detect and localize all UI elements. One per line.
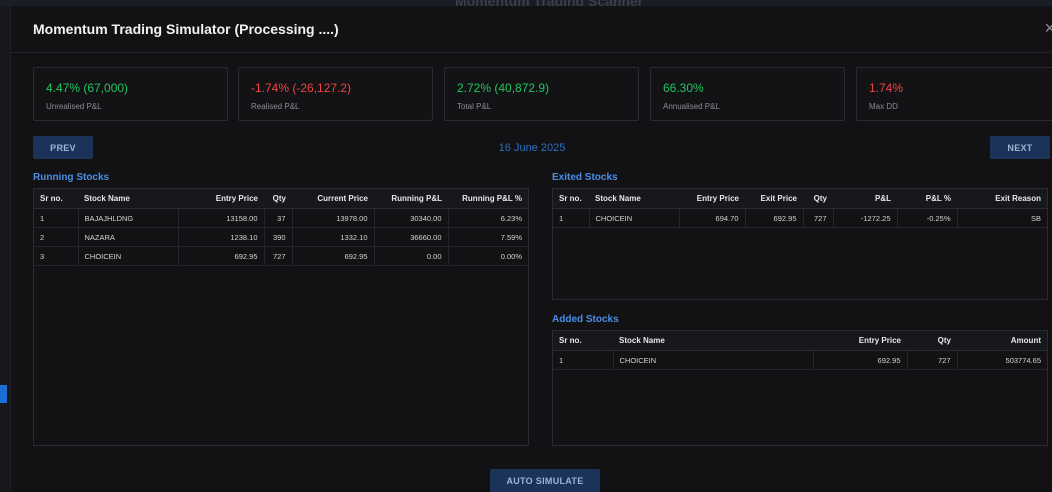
cell-qty: 390	[264, 227, 293, 247]
column-header: Entry Price	[679, 189, 745, 209]
stats-row: 4.47% (67,000) Unrealised P&L -1.74% (-2…	[33, 67, 1052, 121]
cell-sr-no: 2	[34, 227, 79, 247]
cell-qty: 727	[264, 246, 293, 266]
column-header: Amount	[957, 331, 1047, 351]
cell-amount: 503774.65	[957, 350, 1047, 370]
table-row[interactable]: 2 NAZARA 1238.10 390 1332.10 36660.00 7.…	[34, 227, 528, 247]
modal-header: Momentum Trading Simulator (Processing .…	[11, 6, 1052, 53]
column-header: P&L	[833, 189, 897, 209]
table-row[interactable]: 1 BAJAJHLDNG 13158.00 37 13978.00 30340.…	[34, 208, 528, 228]
running-stocks-table: Sr no. Stock Name Entry Price Qty Curren…	[33, 188, 529, 446]
cell-sr-no: 1	[553, 208, 590, 228]
column-header: P&L %	[897, 189, 957, 209]
added-stocks-title: Added Stocks	[552, 314, 619, 325]
cell-stock-name: CHOICEIN	[78, 246, 179, 266]
exited-stocks-title: Exited Stocks	[552, 172, 618, 183]
stat-card-max-dd: 1.74% Max DD	[856, 67, 1052, 121]
stat-card-annualised: 66.30% Annualised P&L	[650, 67, 845, 121]
column-header: Qty	[264, 189, 292, 209]
cell-running-pnl-pct: 6.23%	[448, 208, 528, 228]
cell-running-pnl: 36660.00	[374, 227, 449, 247]
stat-label: Max DD	[869, 102, 898, 111]
column-header: Stock Name	[613, 331, 813, 351]
column-header: Exit Price	[745, 189, 803, 209]
stat-value: 4.47% (67,000)	[46, 81, 129, 95]
column-header: Qty	[907, 331, 957, 351]
cell-exit-reason: SB	[957, 208, 1047, 228]
table-header-row: Sr no. Stock Name Entry Price Qty Amount	[553, 331, 1047, 351]
cell-entry-price: 1238.10	[178, 227, 265, 247]
cell-pnl: -1272.25	[833, 208, 898, 228]
modal-title: Momentum Trading Simulator (Processing .…	[33, 21, 339, 37]
cell-entry-price: 694.70	[679, 208, 746, 228]
column-header: Sr no.	[553, 189, 589, 209]
cell-stock-name: NAZARA	[78, 227, 179, 247]
backdrop-left-rail	[0, 6, 10, 492]
simulator-modal: Momentum Trading Simulator (Processing .…	[10, 6, 1052, 492]
running-stocks-title: Running Stocks	[33, 172, 110, 183]
cell-qty: 727	[907, 350, 958, 370]
cell-qty: 37	[264, 208, 293, 228]
table-header-row: Sr no. Stock Name Entry Price Exit Price…	[553, 189, 1047, 209]
column-header: Qty	[803, 189, 833, 209]
stat-value: 2.72% (40,872.9)	[457, 81, 550, 95]
cell-stock-name: CHOICEIN	[589, 208, 680, 228]
cell-sr-no: 1	[553, 350, 614, 370]
stat-card-unrealised: 4.47% (67,000) Unrealised P&L	[33, 67, 228, 121]
cell-stock-name: BAJAJHLDNG	[78, 208, 179, 228]
column-header: Running P&L	[374, 189, 448, 209]
column-header: Entry Price	[178, 189, 264, 209]
cell-qty: 727	[803, 208, 834, 228]
stat-label: Annualised P&L	[663, 102, 720, 111]
column-header: Sr no.	[553, 331, 613, 351]
table-header-row: Sr no. Stock Name Entry Price Qty Curren…	[34, 189, 528, 209]
close-icon[interactable]: ×	[1044, 18, 1052, 39]
table-row[interactable]: 3 CHOICEIN 692.95 727 692.95 0.00 0.00%	[34, 246, 528, 266]
stat-value: 66.30%	[663, 81, 704, 95]
stat-card-realised: -1.74% (-26,127.2) Realised P&L	[238, 67, 433, 121]
current-date: 16 June 2025	[498, 142, 566, 154]
stat-label: Unrealised P&L	[46, 102, 102, 111]
cell-sr-no: 1	[34, 208, 79, 228]
column-header: Stock Name	[589, 189, 679, 209]
cell-entry-price: 692.95	[813, 350, 908, 370]
column-header: Sr no.	[34, 189, 78, 209]
stat-card-total: 2.72% (40,872.9) Total P&L	[444, 67, 639, 121]
cell-sr-no: 3	[34, 246, 79, 266]
stat-label: Realised P&L	[251, 102, 300, 111]
cell-stock-name: CHOICEIN	[613, 350, 814, 370]
cell-exit-price: 692.95	[745, 208, 804, 228]
column-header: Exit Reason	[957, 189, 1047, 209]
cell-running-pnl-pct: 7.59%	[448, 227, 528, 247]
column-header: Current Price	[292, 189, 374, 209]
table-row[interactable]: 1 CHOICEIN 692.95 727 503774.65	[553, 350, 1047, 370]
table-row[interactable]: 1 CHOICEIN 694.70 692.95 727 -1272.25 -0…	[553, 208, 1047, 228]
cell-current-price: 13978.00	[292, 208, 375, 228]
column-header: Entry Price	[813, 331, 907, 351]
cell-running-pnl-pct: 0.00%	[448, 246, 528, 266]
backdrop-active-marker	[0, 385, 7, 403]
cell-current-price: 1332.10	[292, 227, 375, 247]
exited-stocks-table: Sr no. Stock Name Entry Price Exit Price…	[552, 188, 1048, 300]
cell-running-pnl: 30340.00	[374, 208, 449, 228]
stat-label: Total P&L	[457, 102, 492, 111]
auto-simulate-button[interactable]: AUTO SIMULATE	[490, 469, 600, 492]
column-header: Stock Name	[78, 189, 178, 209]
column-header: Running P&L %	[448, 189, 528, 209]
cell-current-price: 692.95	[292, 246, 375, 266]
stat-value: 1.74%	[869, 81, 904, 95]
cell-entry-price: 692.95	[178, 246, 265, 266]
stat-value: -1.74% (-26,127.2)	[251, 81, 352, 95]
cell-running-pnl: 0.00	[374, 246, 449, 266]
cell-pnl-pct: -0.25%	[897, 208, 958, 228]
next-button[interactable]: NEXT	[990, 136, 1050, 159]
cell-entry-price: 13158.00	[178, 208, 265, 228]
added-stocks-table: Sr no. Stock Name Entry Price Qty Amount…	[552, 330, 1048, 446]
